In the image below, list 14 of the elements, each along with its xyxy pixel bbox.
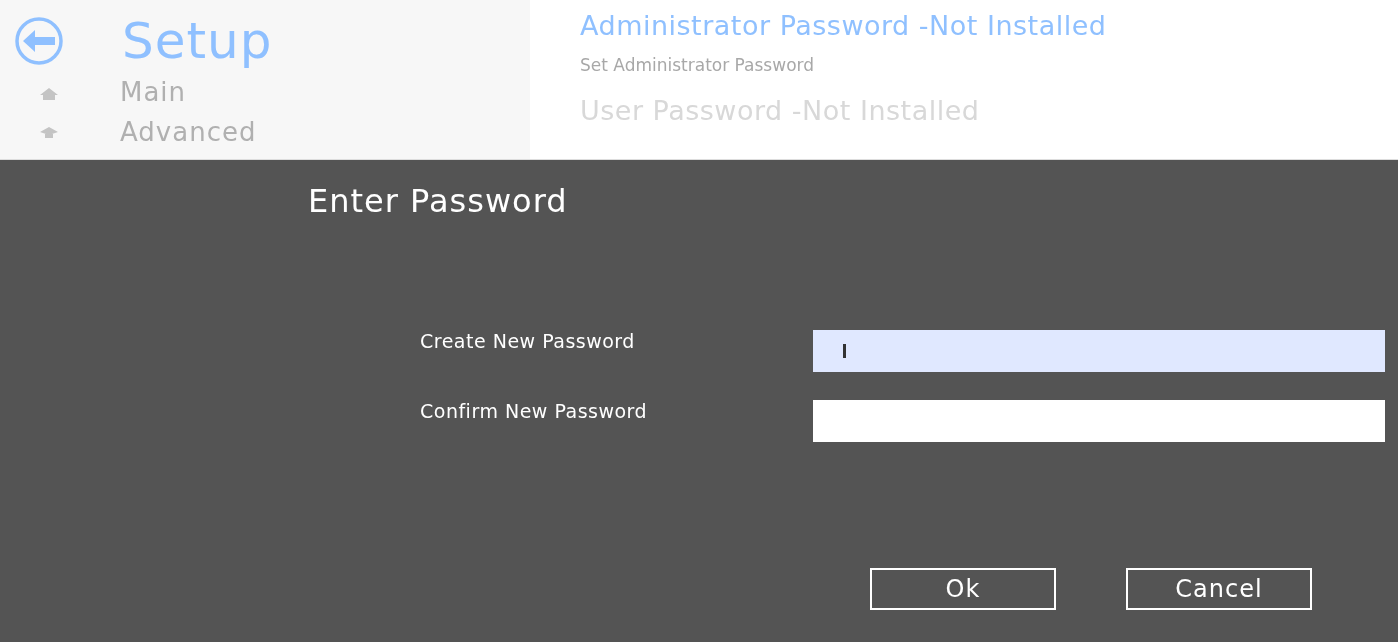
password-field[interactable] — [813, 400, 1385, 442]
sidebar-item[interactable]: Main — [14, 72, 530, 112]
field-label: Confirm New Password — [420, 400, 649, 422]
password-field[interactable] — [813, 330, 1385, 372]
menu-item[interactable]: Administrator Password -Not Installed — [580, 10, 1107, 41]
dialog-button[interactable]: Cancel — [1126, 568, 1312, 610]
sidebar-item[interactable]: Advanced — [14, 112, 530, 152]
text-cursor — [843, 344, 846, 358]
dialog-button[interactable]: Ok — [870, 568, 1056, 610]
sidebar-title: Setup — [122, 12, 273, 70]
field-label: Create New Password — [420, 330, 636, 352]
back-icon[interactable] — [14, 16, 64, 66]
dialog-title: Enter Password — [308, 182, 569, 220]
item-description: Set Administrator Password — [580, 55, 815, 75]
